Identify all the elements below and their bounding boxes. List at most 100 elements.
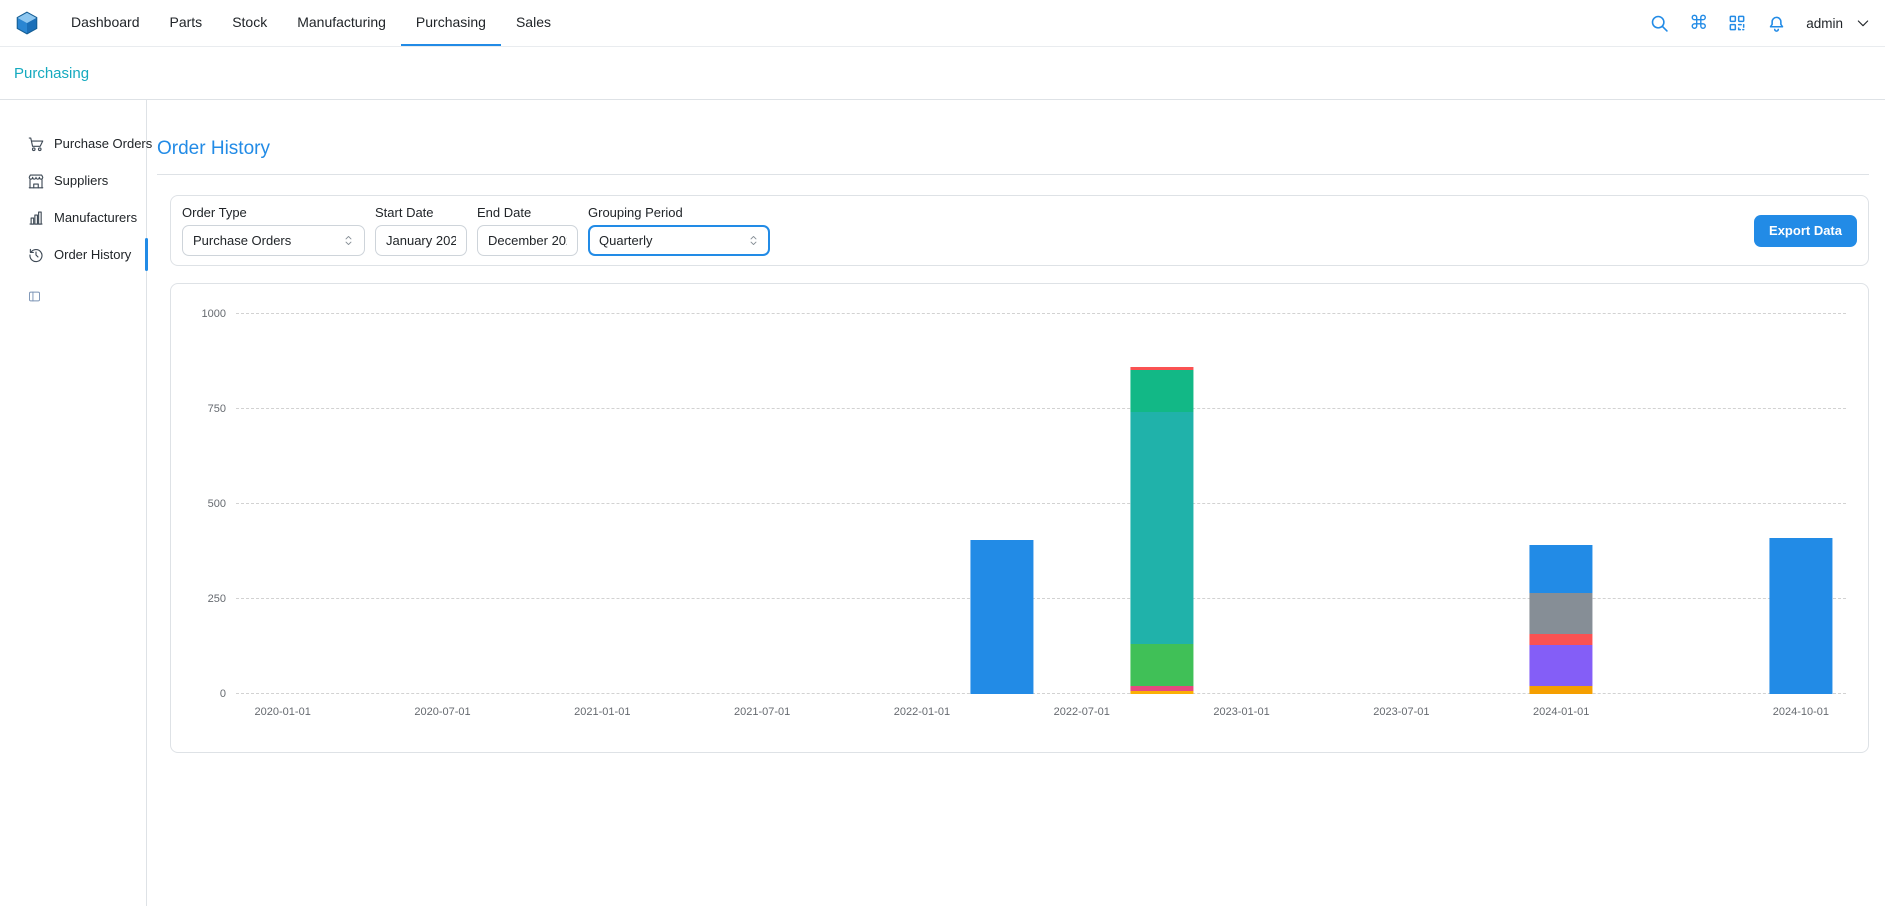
- bar-segment: [970, 540, 1033, 694]
- building-store-icon: [27, 172, 45, 190]
- qrcode-icon: [1727, 13, 1747, 33]
- order-history-chart: 025050075010002020-01-012020-07-012021-0…: [236, 314, 1846, 694]
- tab-manufacturing-label: Manufacturing: [297, 14, 386, 30]
- user-menu[interactable]: admin: [1806, 15, 1871, 31]
- filter-panel: Order Type Purchase Orders Start Date En…: [170, 195, 1869, 266]
- stacked-bar[interactable]: [1769, 538, 1832, 694]
- layout-sidebar-icon: [27, 289, 42, 304]
- purchasing-sidebar: Purchase Orders Suppliers Manufacturers: [0, 100, 147, 906]
- sidebar-item-purchase-orders-label: Purchase Orders: [54, 136, 152, 151]
- end-date-input[interactable]: [477, 225, 578, 256]
- command-icon: ⌘: [1689, 14, 1708, 33]
- bar-segment: [1530, 593, 1593, 634]
- app-logo[interactable]: [14, 0, 40, 46]
- x-axis-tick-label: 2023-07-01: [1373, 706, 1429, 718]
- sidebar-item-suppliers[interactable]: Suppliers: [0, 162, 146, 199]
- gridline: [236, 313, 1846, 314]
- chevron-up-down-icon: [746, 233, 761, 248]
- tab-purchasing-label: Purchasing: [416, 14, 486, 30]
- gridline: [236, 693, 1846, 694]
- username-label: admin: [1806, 16, 1843, 31]
- y-axis-tick-label: 500: [208, 498, 226, 510]
- bar-segment: [1769, 538, 1832, 694]
- end-date-filter: End Date: [477, 205, 578, 256]
- x-axis-tick-label: 2024-10-01: [1773, 706, 1829, 718]
- history-icon: [27, 246, 45, 264]
- order-type-label: Order Type: [182, 205, 365, 220]
- gridline: [236, 503, 1846, 504]
- grouping-period-select[interactable]: Quarterly: [588, 225, 770, 256]
- order-type-filter: Order Type Purchase Orders: [182, 205, 365, 256]
- tab-parts[interactable]: Parts: [155, 0, 218, 46]
- sidebar-item-order-history-label: Order History: [54, 247, 131, 262]
- main-nav-tabs: Dashboard Parts Stock Manufacturing Purc…: [56, 0, 566, 46]
- x-axis-tick-label: 2024-01-01: [1533, 706, 1589, 718]
- tab-sales-label: Sales: [516, 14, 551, 30]
- bar-segment: [1530, 634, 1593, 645]
- export-data-button[interactable]: Export Data: [1754, 215, 1857, 247]
- bar-segment: [1130, 691, 1193, 694]
- bell-icon: [1766, 13, 1787, 34]
- inventree-logo-icon: [14, 10, 40, 36]
- bar-segment: [1130, 370, 1193, 412]
- start-date-input[interactable]: [375, 225, 467, 256]
- x-axis-tick-label: 2022-07-01: [1054, 706, 1110, 718]
- gridline: [236, 408, 1846, 409]
- stacked-bar[interactable]: [970, 540, 1033, 694]
- breadcrumb: Purchasing: [0, 47, 1885, 100]
- x-axis-tick-label: 2021-01-01: [574, 706, 630, 718]
- breadcrumb-purchasing-link[interactable]: Purchasing: [14, 65, 89, 82]
- x-axis-tick-label: 2021-07-01: [734, 706, 790, 718]
- grouping-period-label: Grouping Period: [588, 205, 770, 220]
- order-type-select[interactable]: Purchase Orders: [182, 225, 365, 256]
- content-area: Purchase Orders Suppliers Manufacturers: [0, 100, 1885, 906]
- grouping-period-filter: Grouping Period Quarterly: [588, 205, 770, 256]
- search-button[interactable]: [1649, 13, 1670, 34]
- sidebar-item-suppliers-label: Suppliers: [54, 173, 108, 188]
- end-date-label: End Date: [477, 205, 578, 220]
- start-date-filter: Start Date: [375, 205, 467, 256]
- tab-dashboard-label: Dashboard: [71, 14, 140, 30]
- y-axis-tick-label: 250: [208, 593, 226, 605]
- tab-dashboard[interactable]: Dashboard: [56, 0, 155, 46]
- sidebar-item-manufacturers[interactable]: Manufacturers: [0, 199, 146, 236]
- x-axis-tick-label: 2020-07-01: [414, 706, 470, 718]
- gridline: [236, 598, 1846, 599]
- main-panel: Order History Order Type Purchase Orders…: [147, 100, 1885, 906]
- tab-stock[interactable]: Stock: [217, 0, 282, 46]
- tab-purchasing[interactable]: Purchasing: [401, 0, 501, 46]
- search-icon: [1649, 13, 1670, 34]
- order-type-value: Purchase Orders: [193, 233, 291, 248]
- chart-panel: 025050075010002020-01-012020-07-012021-0…: [170, 283, 1869, 753]
- tab-parts-label: Parts: [170, 14, 203, 30]
- bar-segment: [1130, 412, 1193, 644]
- x-axis-tick-label: 2020-01-01: [255, 706, 311, 718]
- top-navbar: Dashboard Parts Stock Manufacturing Purc…: [0, 0, 1885, 47]
- x-axis-tick-label: 2022-01-01: [894, 706, 950, 718]
- command-palette-button[interactable]: ⌘: [1689, 14, 1708, 33]
- shopping-cart-icon: [27, 135, 45, 153]
- barcode-scan-button[interactable]: [1727, 13, 1747, 33]
- grouping-period-value: Quarterly: [599, 233, 652, 248]
- page-title: Order History: [157, 138, 1869, 160]
- bar-segment: [1530, 686, 1593, 694]
- sidebar-item-order-history[interactable]: Order History: [0, 236, 146, 273]
- stacked-bar[interactable]: [1530, 545, 1593, 694]
- chevron-up-down-icon: [341, 233, 356, 248]
- heading-divider: [157, 174, 1869, 175]
- sidebar-collapse-button[interactable]: [27, 289, 42, 307]
- sidebar-item-purchase-orders[interactable]: Purchase Orders: [0, 125, 146, 162]
- chart-bars-icon: [27, 209, 45, 227]
- bar-segment: [1130, 644, 1193, 687]
- stacked-bar[interactable]: [1130, 366, 1193, 694]
- y-axis-tick-label: 0: [220, 688, 226, 700]
- notifications-button[interactable]: [1766, 13, 1787, 34]
- tab-manufacturing[interactable]: Manufacturing: [282, 0, 401, 46]
- navbar-actions: ⌘ admin: [1649, 0, 1871, 46]
- bar-segment: [1530, 645, 1593, 687]
- start-date-label: Start Date: [375, 205, 467, 220]
- tab-sales[interactable]: Sales: [501, 0, 566, 46]
- bar-segment: [1530, 545, 1593, 593]
- x-axis-tick-label: 2023-01-01: [1213, 706, 1269, 718]
- chevron-down-icon: [1855, 15, 1871, 31]
